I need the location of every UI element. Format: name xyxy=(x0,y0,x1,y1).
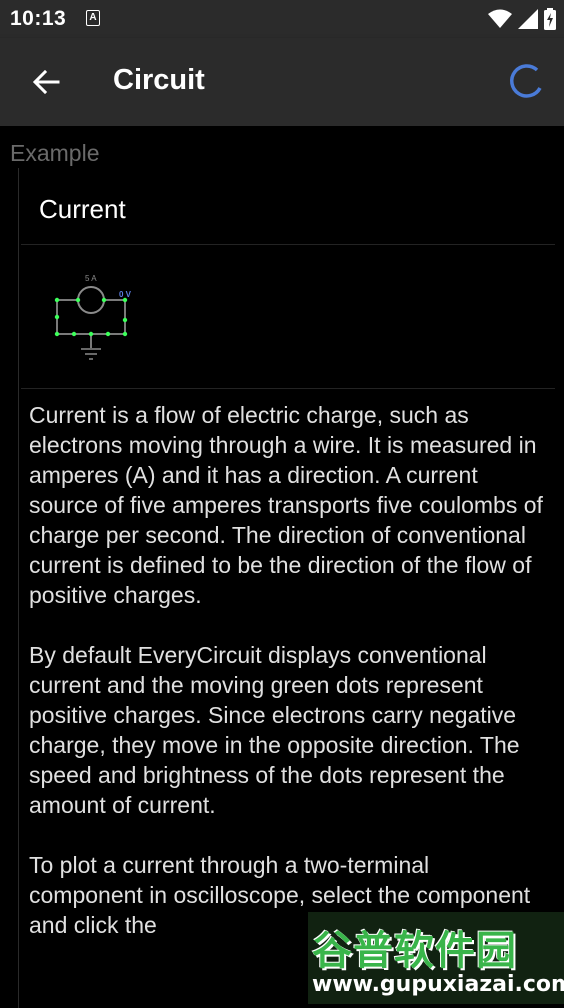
current-dot xyxy=(101,297,107,303)
current-dot xyxy=(54,331,60,337)
current-dot xyxy=(122,297,128,303)
circuit-diagram[interactable]: 5 A 0 V xyxy=(51,270,141,370)
current-dot xyxy=(122,331,128,337)
status-time: 10:13 xyxy=(10,7,67,30)
content: Example Current 5 A 0 V Current is a flo… xyxy=(0,126,564,1008)
app-bar: Circuit xyxy=(0,38,564,126)
wifi-icon xyxy=(488,9,512,28)
current-dot xyxy=(54,314,60,320)
wires xyxy=(56,299,126,348)
current-dot xyxy=(88,331,94,337)
cell-signal-icon xyxy=(518,9,538,29)
example-card[interactable]: Current 5 A 0 V Current is a flow of ele… xyxy=(18,168,555,1008)
current-dot xyxy=(75,297,81,303)
section-label: Example xyxy=(10,140,100,166)
page-title: Circuit xyxy=(113,64,205,96)
current-dot xyxy=(71,331,77,337)
current-dots xyxy=(54,297,128,337)
status-bar: 10:13 A xyxy=(0,0,564,38)
description: Current is a flow of electric charge, su… xyxy=(29,400,549,970)
divider xyxy=(21,244,555,245)
back-button[interactable] xyxy=(24,60,68,104)
watermark-url: www.gupuxiazai.com xyxy=(312,972,564,997)
current-source[interactable] xyxy=(77,286,105,314)
arrow-left-icon xyxy=(32,70,60,94)
current-label: 5 A xyxy=(85,274,97,283)
watermark: 谷普软件园 www.gupuxiazai.com xyxy=(308,912,564,1004)
paragraph: Current is a flow of electric charge, su… xyxy=(29,402,543,608)
watermark-title: 谷普软件园 xyxy=(312,928,517,974)
card-title: Current xyxy=(39,194,126,224)
status-icons xyxy=(488,7,556,31)
spinner-icon xyxy=(510,64,542,98)
notification-icon: A xyxy=(86,10,100,26)
voltage-label: 0 V xyxy=(119,290,132,299)
battery-icon xyxy=(544,8,556,30)
current-dot xyxy=(105,331,111,337)
current-dot xyxy=(122,317,128,323)
current-dot xyxy=(54,297,60,303)
ground-symbol xyxy=(81,348,101,360)
paragraph: By default EveryCircuit displays convent… xyxy=(29,642,520,818)
divider xyxy=(21,388,555,389)
